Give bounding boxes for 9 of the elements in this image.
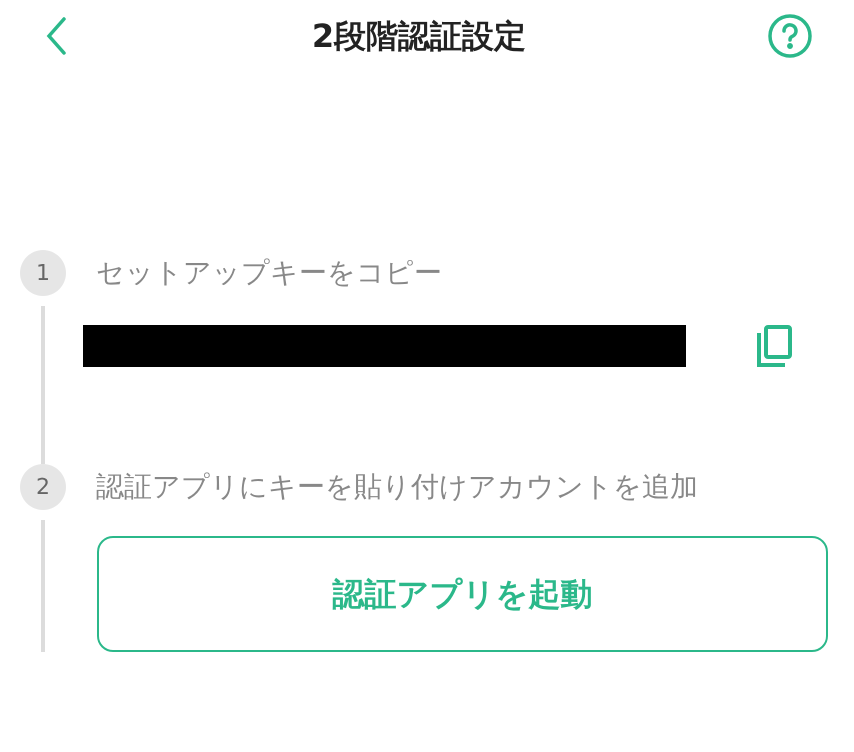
help-icon bbox=[766, 13, 813, 59]
step-number: 2 bbox=[20, 464, 66, 510]
step-label: セットアップキーをコピー bbox=[96, 255, 442, 291]
page-title: 2段階認証設定 bbox=[312, 16, 526, 57]
launch-app-button[interactable]: 認証アプリを起動 bbox=[97, 536, 828, 652]
step-label: 認証アプリにキーを貼り付けアカウントを追加 bbox=[96, 469, 698, 505]
step-number: 1 bbox=[20, 250, 66, 296]
help-button[interactable] bbox=[766, 12, 814, 60]
back-icon bbox=[45, 16, 67, 56]
